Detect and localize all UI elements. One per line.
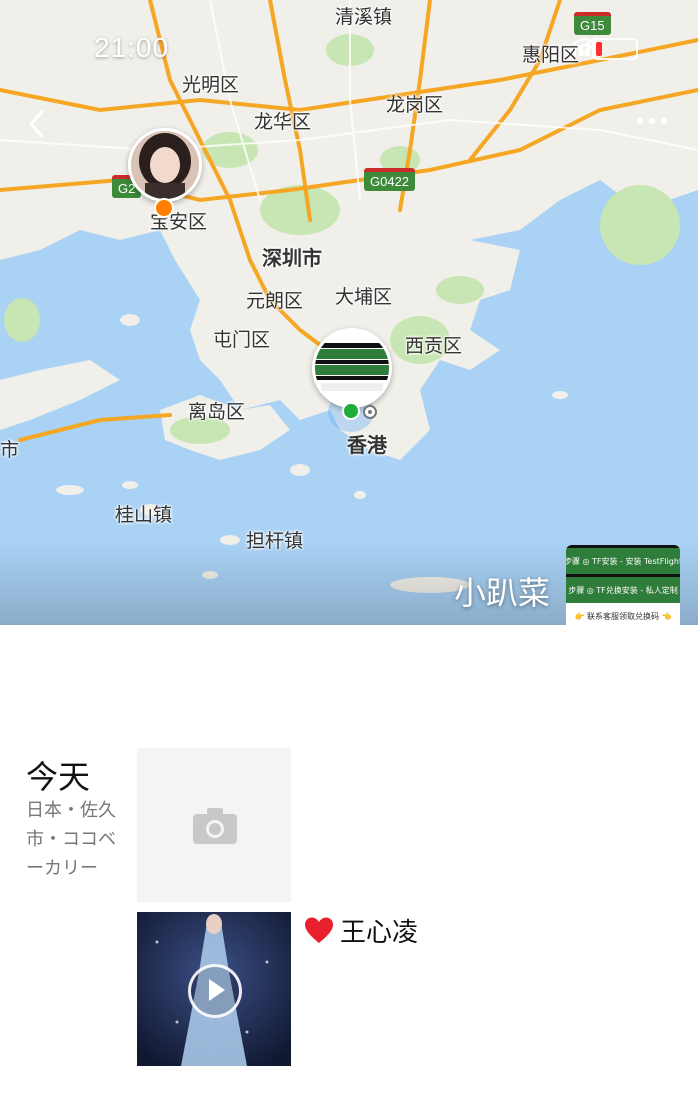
profile-user-name[interactable]: 小趴菜 [454, 568, 550, 614]
map-label-edge: 市 [0, 439, 20, 461]
back-button[interactable] [24, 104, 50, 144]
map-label-shenzhen: 深圳市 [262, 246, 322, 270]
avatar-line-1: 步骤 ◎ TF安装 - 安装 TestFlight [566, 545, 680, 574]
road-shield-g0422: G0422 [364, 168, 416, 191]
partner-location-pin [154, 198, 174, 218]
play-icon[interactable] [188, 964, 242, 1018]
status-time: 21:00 [94, 32, 170, 63]
video-thumbnail[interactable] [137, 912, 291, 1066]
map-label-huiyang: 惠阳区 [522, 44, 580, 66]
add-photo-button[interactable] [137, 748, 291, 902]
map-label-hongkong: 香港 [347, 433, 387, 457]
road-shield-g15: G15 [574, 12, 611, 35]
target-icon [363, 405, 377, 419]
map-canvas [0, 0, 698, 625]
map-label-xigong: 西贡区 [405, 335, 463, 357]
map-label-guishan: 桂山镇 [115, 504, 173, 526]
avatar-line-3: 👉 联系客服领取兑换码 👈 [566, 603, 680, 625]
heart-icon [305, 917, 333, 943]
map-label-lidao: 离岛区 [188, 401, 246, 423]
battery-icon [592, 38, 638, 60]
timeline-date: 今天 [26, 758, 91, 796]
map-label-yuanlang: 元朗区 [246, 290, 304, 312]
more-button[interactable] [632, 108, 672, 134]
my-avatar-marker[interactable] [312, 328, 392, 408]
avatar-line-2: 步骤 ◎ TF兑换安装 - 私人定制 [566, 574, 680, 603]
my-location-pin [342, 402, 360, 420]
avatar [315, 331, 389, 405]
map-label-longhua: 龙华区 [254, 111, 312, 133]
camera-icon [193, 808, 237, 844]
map-view[interactable]: 21:00 G15 G0422 G2 清溪镇 惠阳区 光明区 龙岗区 龙华区 宝… [0, 0, 698, 625]
more-dots-icon [637, 118, 667, 124]
chevron-left-icon [28, 110, 44, 138]
map-label-qingxi: 清溪镇 [335, 6, 393, 28]
timeline-location[interactable]: 日本・佐久市・ココベーカリー [26, 796, 126, 883]
post-caption[interactable]: 王心凌 [304, 912, 418, 949]
map-label-longgang: 龙岗区 [386, 94, 444, 116]
status-icons [572, 38, 638, 60]
profile-avatar[interactable]: 步骤 ◎ TF安装 - 安装 TestFlight 步骤 ◎ TF兑换安装 - … [566, 545, 680, 625]
map-label-guangming: 光明区 [182, 74, 240, 96]
avatar [131, 131, 199, 199]
map-label-tunmen: 屯门区 [213, 329, 271, 351]
partner-avatar-marker[interactable] [128, 128, 202, 202]
post-caption-text: 王心凌 [340, 918, 419, 948]
map-label-dapu: 大埔区 [335, 286, 393, 308]
